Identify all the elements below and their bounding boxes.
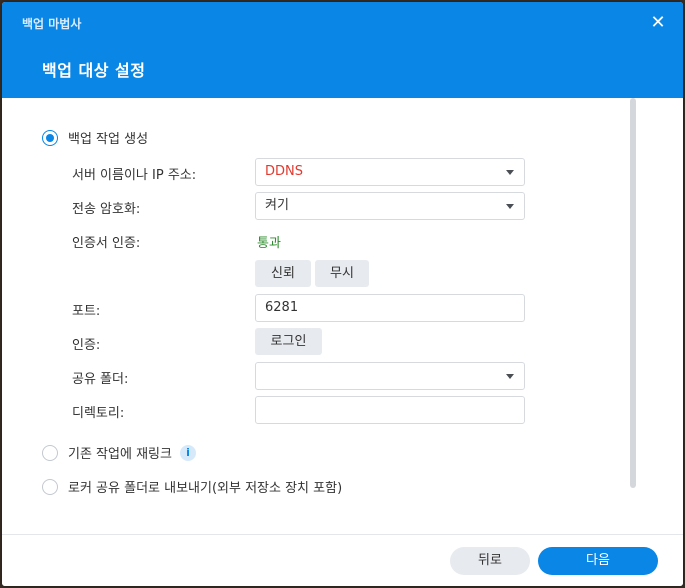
radio-export-local-label: 로커 공유 폴더로 내보내기(외부 저장소 장치 포함) [68,481,343,496]
dialog-content: 백업 작업 생성 서버 이름이나 IP 주소: DDNS 전송 암호화: 켜기 … [2,98,683,534]
server-label: 서버 이름이나 IP 주소: [72,168,197,183]
radio-button[interactable] [42,478,58,495]
next-button[interactable]: 다음 [538,547,658,575]
trust-button[interactable]: 신뢰 [255,260,311,287]
server-select-value: DDNS [265,164,303,179]
radio-relink-task[interactable]: 기존 작업에 재링크 i [42,443,196,462]
cert-label: 인증서 인증: [72,236,141,251]
info-icon[interactable]: i [179,444,196,461]
vertical-scrollbar[interactable] [630,98,636,488]
window-title: 백업 마법사 [22,17,82,31]
dialog-header: 백업 마법사 ✕ 백업 대상 설정 [2,2,683,98]
cert-status: 통과 [257,236,281,251]
directory-input[interactable] [255,396,525,424]
back-button[interactable]: 뒤로 [450,547,530,575]
encryption-select-value: 켜기 [265,198,289,213]
chevron-down-icon [506,204,514,209]
chevron-down-icon [506,374,514,379]
port-input-value: 6281 [265,300,299,315]
close-icon[interactable]: ✕ [647,12,669,34]
backup-wizard-dialog: 백업 마법사 ✕ 백업 대상 설정 백업 작업 생성 서버 이름이나 IP 주소… [2,2,683,586]
login-button[interactable]: 로그인 [255,328,322,355]
auth-label: 인증: [72,338,101,353]
radio-relink-task-label: 기존 작업에 재링크 [68,447,172,462]
radio-create-task[interactable]: 백업 작업 생성 [42,128,148,147]
radio-button[interactable] [42,444,58,461]
step-title: 백업 대상 설정 [42,61,146,80]
directory-label: 디렉토리: [72,406,125,421]
encryption-label: 전송 암호화: [72,202,141,217]
chevron-down-icon [506,170,514,175]
shared-folder-label: 공유 폴더: [72,372,129,387]
ignore-button[interactable]: 무시 [315,260,369,287]
server-select[interactable]: DDNS [255,158,525,186]
radio-export-local[interactable]: 로커 공유 폴더로 내보내기(외부 저장소 장치 포함) [42,477,342,496]
radio-button-checked[interactable] [42,129,58,146]
dialog-footer: 뒤로 다음 [2,534,683,586]
encryption-select[interactable]: 켜기 [255,192,525,220]
port-label: 포트: [72,304,101,319]
port-input[interactable]: 6281 [255,294,525,322]
radio-create-task-label: 백업 작업 생성 [68,132,149,147]
shared-folder-select[interactable] [255,362,525,390]
